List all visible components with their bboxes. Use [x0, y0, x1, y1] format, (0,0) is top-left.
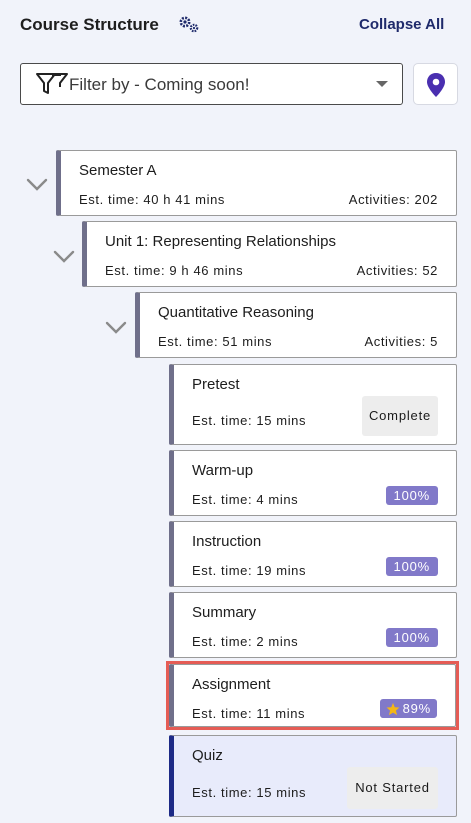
activity-est-time: Est. time: 15 mins	[192, 785, 307, 800]
chevron-down-icon[interactable]	[53, 250, 75, 264]
tree-node-lesson[interactable]: Quantitative Reasoning Est. time: 51 min…	[135, 292, 457, 358]
tree-node-unit[interactable]: Unit 1: Representing Relationships Est. …	[82, 221, 457, 287]
location-button[interactable]	[413, 63, 458, 105]
activity-title: Pretest	[192, 376, 240, 393]
map-pin-icon	[427, 73, 445, 97]
activity-est-time: Est. time: 2 mins	[192, 634, 299, 649]
gears-icon[interactable]	[178, 15, 202, 35]
progress-badge: 89%	[379, 699, 437, 718]
progress-value: 89%	[402, 701, 431, 716]
node-title: Unit 1: Representing Relationships	[105, 233, 336, 250]
node-activity-count: Activities: 5	[364, 334, 438, 349]
node-title: Quantitative Reasoning	[158, 304, 314, 321]
filter-select[interactable]: Filter by - Coming soon!	[20, 63, 403, 105]
activity-est-time: Est. time: 15 mins	[192, 413, 307, 428]
activity-assignment[interactable]: Assignment Est. time: 11 mins 89%	[169, 664, 456, 727]
chevron-down-icon[interactable]	[26, 178, 48, 192]
status-badge: Not Started	[347, 767, 438, 809]
star-icon	[386, 702, 399, 715]
node-est-time: Est. time: 9 h 46 mins	[105, 263, 244, 278]
node-est-time: Est. time: 51 mins	[158, 334, 273, 349]
activity-est-time: Est. time: 19 mins	[192, 563, 307, 578]
activity-est-time: Est. time: 11 mins	[192, 706, 306, 721]
activity-title: Instruction	[192, 533, 262, 550]
page-title: Course Structure	[20, 15, 159, 34]
progress-badge: 100%	[385, 486, 438, 505]
activity-est-time: Est. time: 4 mins	[192, 492, 299, 507]
activity-quiz[interactable]: Quiz Est. time: 15 mins Not Started	[169, 735, 457, 817]
progress-badge: 100%	[385, 557, 438, 576]
activity-title: Warm-up	[192, 462, 254, 479]
status-badge: Complete	[362, 396, 438, 436]
node-activity-count: Activities: 52	[356, 263, 438, 278]
tree-node-semester[interactable]: Semester A Est. time: 40 h 41 mins Activ…	[56, 150, 457, 216]
node-activity-count: Activities: 202	[348, 192, 438, 207]
activity-title: Summary	[192, 604, 257, 621]
chevron-down-icon	[376, 81, 388, 87]
collapse-all-button[interactable]: Collapse All	[359, 16, 444, 33]
filter-value: Filter by - Coming soon!	[69, 75, 250, 94]
node-est-time: Est. time: 40 h 41 mins	[79, 192, 226, 207]
progress-badge: 100%	[385, 628, 438, 647]
activity-warm-up[interactable]: Warm-up Est. time: 4 mins 100%	[169, 450, 457, 516]
activity-title: Quiz	[192, 747, 223, 764]
chevron-down-icon[interactable]	[105, 321, 127, 335]
node-title: Semester A	[79, 162, 157, 179]
activity-summary[interactable]: Summary Est. time: 2 mins 100%	[169, 592, 457, 658]
activity-title: Assignment	[192, 676, 271, 693]
activity-instruction[interactable]: Instruction Est. time: 19 mins 100%	[169, 521, 457, 587]
filter-icon	[36, 73, 68, 94]
activity-pretest[interactable]: Pretest Est. time: 15 mins Complete	[169, 364, 457, 445]
